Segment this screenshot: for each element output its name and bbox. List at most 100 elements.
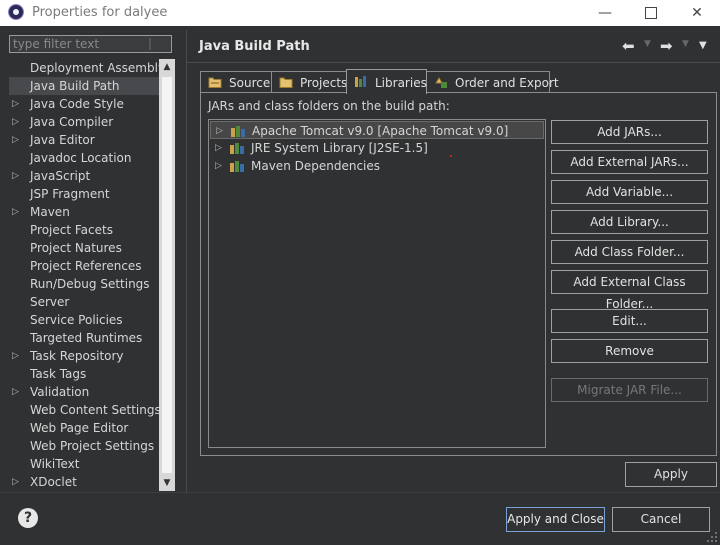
- sidebar-item[interactable]: Task Tags: [9, 365, 159, 383]
- property-page-tree: Deployment Assembly Java Build Path ▷ Java …: [9, 59, 165, 491]
- expand-arrow-icon[interactable]: ▷: [12, 95, 19, 113]
- maximize-icon: [645, 7, 657, 19]
- expand-arrow-icon[interactable]: ▷: [12, 113, 19, 131]
- expand-arrow-icon[interactable]: ▷: [12, 203, 19, 221]
- expand-arrow-icon[interactable]: ▷: [12, 167, 19, 185]
- sidebar-item[interactable]: Web Project Settings: [9, 437, 159, 455]
- sidebar-item-label: Web Content Settings: [30, 403, 161, 417]
- sidebar-scrollbar[interactable]: ▲ ▼: [159, 59, 175, 491]
- sidebar-item[interactable]: Web Content Settings: [9, 401, 161, 419]
- library-item-maven[interactable]: ▷ Maven Dependencies: [210, 157, 544, 175]
- cancel-button[interactable]: Cancel: [612, 507, 710, 532]
- sidebar-item-label: Task Tags: [30, 367, 87, 381]
- sidebar-item[interactable]: Targeted Runtimes: [9, 329, 159, 347]
- library-item-tomcat[interactable]: ▷ Apache Tomcat v9.0 [Apache Tomcat v9.0…: [210, 121, 544, 139]
- sidebar-item-label: Service Policies: [30, 313, 123, 327]
- forward-arrow-icon[interactable]: ➡: [660, 37, 673, 55]
- sidebar-item-label: Java Build Path: [30, 79, 120, 93]
- expand-arrow-icon[interactable]: ▷: [12, 347, 19, 365]
- expand-arrow-icon[interactable]: ▷: [215, 157, 222, 175]
- sidebar-item[interactable]: WikiText: [9, 455, 159, 473]
- sidebar-item-label: Java Code Style: [30, 97, 124, 111]
- order-export-icon: [435, 77, 447, 88]
- sidebar-item[interactable]: ▷ Java Code Style: [9, 95, 159, 113]
- edit-button[interactable]: Edit...: [551, 309, 708, 333]
- sidebar-item[interactable]: ▷ Java Compiler: [9, 113, 159, 131]
- sidebar-item[interactable]: ▷ Validation: [9, 383, 159, 401]
- scroll-down-icon[interactable]: ▼: [159, 475, 175, 491]
- expand-arrow-icon[interactable]: ▷: [216, 122, 223, 140]
- sidebar-item-label: JSP Fragment: [30, 187, 110, 201]
- scroll-up-icon[interactable]: ▲: [159, 59, 175, 75]
- minimize-button[interactable]: —: [582, 0, 628, 26]
- sidebar-item[interactable]: Run/Debug Settings: [9, 275, 159, 293]
- build-path-label: JARs and class folders on the build path…: [208, 99, 450, 113]
- sidebar-item[interactable]: ▷ JavaScript: [9, 167, 159, 185]
- close-button[interactable]: ✕: [674, 0, 720, 26]
- resize-grip-icon[interactable]: [706, 531, 718, 543]
- sidebar-item[interactable]: Service Policies: [9, 311, 159, 329]
- add-external-class-folder-button[interactable]: Add External Class Folder...: [551, 270, 708, 311]
- sidebar-item[interactable]: ▷ XDoclet: [9, 473, 159, 491]
- library-label: Apache Tomcat v9.0 [Apache Tomcat v9.0]: [252, 124, 509, 138]
- forward-menu-chevron-icon[interactable]: ▼: [682, 39, 689, 49]
- maximize-button[interactable]: [628, 0, 674, 26]
- sidebar-item[interactable]: Project References: [9, 257, 159, 275]
- tab-label: Projects: [300, 76, 348, 90]
- sidebar-item[interactable]: JSP Fragment: [9, 185, 159, 203]
- sidebar-item[interactable]: Web Page Editor: [9, 419, 159, 437]
- tab-projects[interactable]: Projects: [271, 71, 347, 93]
- header-divider: [187, 62, 720, 63]
- add-library-button[interactable]: Add Library...: [551, 210, 708, 234]
- pane-divider[interactable]: [186, 30, 187, 492]
- sidebar-item-label: Project References: [30, 259, 142, 273]
- view-menu-icon[interactable]: ▼: [699, 40, 707, 51]
- sidebar-item[interactable]: Server: [9, 293, 159, 311]
- sidebar-item[interactable]: Java Build Path: [9, 77, 159, 95]
- apply-button[interactable]: Apply: [625, 462, 717, 487]
- add-jars-button[interactable]: Add JARs...: [551, 120, 708, 144]
- sidebar-item[interactable]: Project Natures: [9, 239, 159, 257]
- expand-arrow-icon[interactable]: ▷: [12, 131, 19, 149]
- sidebar-item-label: Web Page Editor: [30, 421, 129, 435]
- expand-arrow-icon[interactable]: ▷: [12, 383, 19, 401]
- library-icon: [230, 143, 244, 154]
- scroll-thumb[interactable]: [162, 77, 172, 473]
- sidebar-item-label: Java Editor: [30, 133, 95, 147]
- library-tree[interactable]: ▷ Apache Tomcat v9.0 [Apache Tomcat v9.0…: [208, 119, 546, 448]
- add-external-jars-button[interactable]: Add External JARs...: [551, 150, 708, 174]
- expand-arrow-icon[interactable]: ▷: [12, 473, 19, 491]
- sidebar-item[interactable]: Deployment Assembly: [9, 59, 165, 77]
- sidebar-item[interactable]: ▷ Task Repository: [9, 347, 159, 365]
- filter-clear-icon[interactable]: [149, 38, 151, 50]
- sidebar-item-label: JavaScript: [30, 169, 91, 183]
- add-class-folder-button[interactable]: Add Class Folder...: [551, 240, 708, 264]
- tab-order-and-export[interactable]: Order and Export: [426, 71, 559, 93]
- migrate-jar-button[interactable]: Migrate JAR File...: [551, 378, 708, 402]
- title-bar: Properties for dalyee — ✕: [0, 0, 720, 26]
- sidebar-item-label: Validation: [30, 385, 90, 399]
- library-item-jre[interactable]: ▷ JRE System Library [J2SE-1.5]: [210, 139, 544, 157]
- tab-libraries[interactable]: Libraries: [346, 69, 427, 94]
- sidebar-item-label: Java Compiler: [30, 115, 114, 129]
- expand-arrow-icon[interactable]: ▷: [215, 139, 222, 157]
- sidebar-item[interactable]: ▷ Java Editor: [9, 131, 159, 149]
- remove-button[interactable]: Remove: [551, 339, 708, 363]
- filter-input[interactable]: type filter text: [9, 35, 172, 53]
- help-icon[interactable]: ?: [18, 508, 38, 528]
- add-variable-button[interactable]: Add Variable...: [551, 180, 708, 204]
- footer-divider: [0, 492, 720, 493]
- libraries-icon: [355, 76, 366, 87]
- sidebar-item[interactable]: ▷ Maven: [9, 203, 159, 221]
- sidebar-item-label: XDoclet: [30, 475, 77, 489]
- sidebar-item-label: Web Project Settings: [30, 439, 155, 453]
- stray-pixel: [450, 155, 452, 157]
- sidebar-item[interactable]: Project Facets: [9, 221, 159, 239]
- back-arrow-icon[interactable]: ⬅: [622, 37, 635, 55]
- projects-folder-icon: [279, 77, 293, 88]
- tab-source[interactable]: Source: [200, 71, 272, 93]
- back-menu-chevron-icon[interactable]: ▼: [644, 39, 651, 49]
- sidebar-item-label: Javadoc Location: [30, 151, 132, 165]
- apply-and-close-button[interactable]: Apply and Close: [506, 507, 605, 532]
- sidebar-item[interactable]: Javadoc Location: [9, 149, 159, 167]
